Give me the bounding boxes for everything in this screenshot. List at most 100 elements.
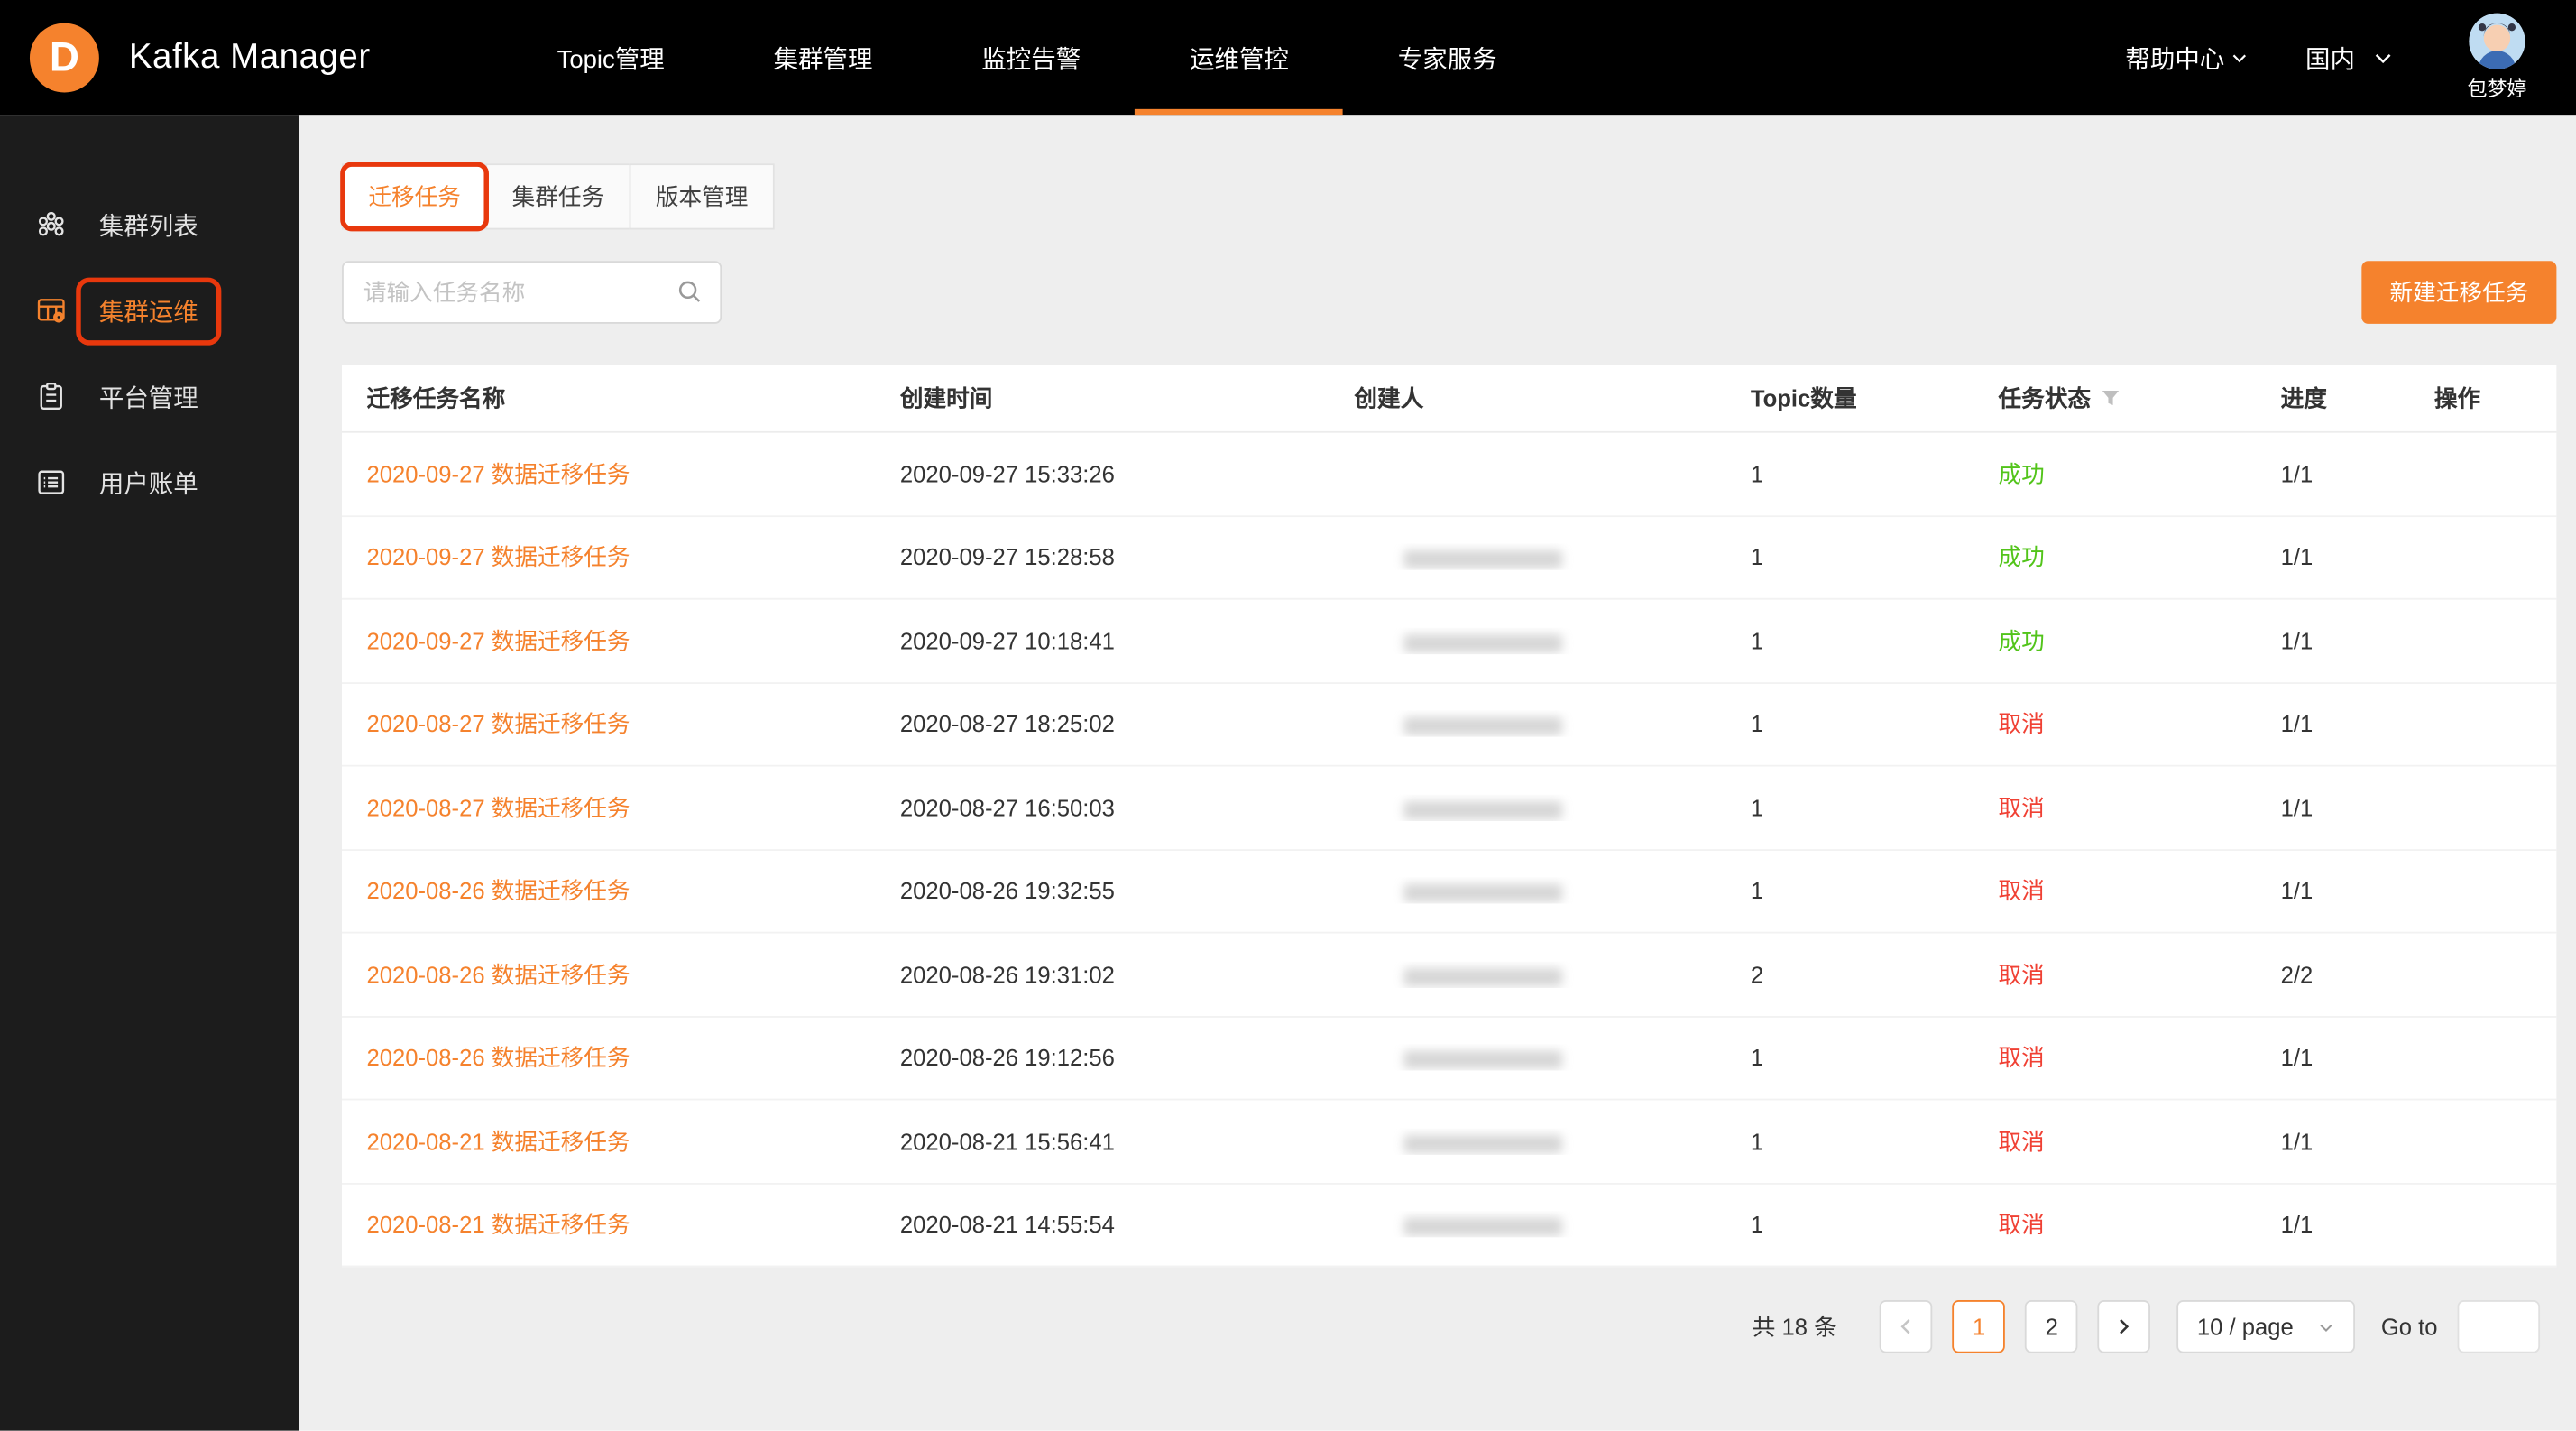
task-name-link[interactable]: 2020-08-27 数据迁移任务	[366, 711, 630, 737]
created-time: 2020-08-21 14:55:54	[900, 1212, 1355, 1238]
progress: 1/1	[2281, 711, 2434, 737]
toolbar: 新建迁移任务	[342, 261, 2556, 324]
sidebar-item-label: 集群运维	[99, 293, 198, 328]
nav-item-topic[interactable]: Topic管理	[502, 0, 719, 115]
user-menu[interactable]: 包梦婷	[2467, 14, 2526, 103]
creator-cell	[1354, 1128, 1750, 1154]
tab-version-management[interactable]: 版本管理	[630, 163, 775, 229]
prev-page-button[interactable]	[1880, 1300, 1933, 1353]
task-name-link[interactable]: 2020-08-21 数据迁移任务	[366, 1128, 630, 1154]
create-migration-task-button[interactable]: 新建迁移任务	[2361, 261, 2556, 324]
created-time: 2020-09-27 10:18:41	[900, 627, 1355, 653]
created-time: 2020-08-27 16:50:03	[900, 794, 1355, 820]
table-row: 2020-09-27 数据迁移任务 2020-09-27 15:28:58 1 …	[342, 516, 2556, 599]
app-header: D Kafka Manager Topic管理 集群管理 监控告警 运维管控 专…	[0, 0, 2576, 115]
creator-cell	[1354, 1212, 1750, 1238]
pagination-total: 共 18 条	[1753, 1310, 1837, 1343]
sidebar-item-label: 平台管理	[99, 379, 198, 413]
progress: 1/1	[2281, 627, 2434, 653]
topic-count: 1	[1751, 794, 1999, 820]
creator-cell	[1354, 627, 1750, 653]
nav-item-expert[interactable]: 专家服务	[1343, 0, 1551, 115]
created-time: 2020-08-21 15:56:41	[900, 1128, 1355, 1154]
created-time: 2020-08-26 19:12:56	[900, 1045, 1355, 1071]
help-center-menu[interactable]: 帮助中心	[2125, 41, 2249, 75]
task-name-link[interactable]: 2020-09-27 数据迁移任务	[366, 627, 630, 653]
platform-icon	[36, 382, 66, 411]
creator-cell	[1354, 794, 1750, 820]
topic-count: 1	[1751, 544, 1999, 570]
table-row: 2020-08-27 数据迁移任务 2020-08-27 18:25:02 1 …	[342, 683, 2556, 766]
progress: 1/1	[2281, 794, 2434, 820]
sidebar-item-cluster-list[interactable]: 集群列表	[0, 181, 299, 267]
nav-item-ops[interactable]: 运维管控	[1136, 0, 1344, 115]
progress: 1/1	[2281, 1128, 2434, 1154]
col-creator: 创建人	[1354, 382, 1750, 415]
task-name-link[interactable]: 2020-08-21 数据迁移任务	[366, 1212, 630, 1238]
table-row: 2020-08-21 数据迁移任务 2020-08-21 14:55:54 1 …	[342, 1184, 2556, 1267]
region-menu[interactable]: 国内	[2305, 41, 2395, 75]
app-logo[interactable]: D	[30, 23, 99, 93]
task-status: 成功	[1999, 627, 2045, 653]
topic-count: 1	[1751, 1128, 1999, 1154]
sidebar-item-platform[interactable]: 平台管理	[0, 354, 299, 439]
created-time: 2020-08-27 18:25:02	[900, 711, 1355, 737]
nav-item-cluster[interactable]: 集群管理	[719, 0, 927, 115]
topic-count: 1	[1751, 460, 1999, 486]
task-name-link[interactable]: 2020-08-26 数据迁移任务	[366, 961, 630, 987]
table-row: 2020-09-27 数据迁移任务 2020-09-27 15:33:26 1 …	[342, 433, 2556, 516]
page-2-button[interactable]: 2	[2025, 1300, 2078, 1353]
task-name-link[interactable]: 2020-08-26 数据迁移任务	[366, 1045, 630, 1071]
topic-count: 1	[1751, 878, 1999, 904]
progress: 2/2	[2281, 961, 2434, 987]
created-time: 2020-09-27 15:33:26	[900, 460, 1355, 486]
search-input[interactable]	[342, 261, 722, 324]
cluster-list-icon	[36, 210, 66, 240]
app-window: D Kafka Manager Topic管理 集群管理 监控告警 运维管控 专…	[0, 0, 2576, 1431]
topic-count: 1	[1751, 1045, 1999, 1071]
next-page-button[interactable]	[2098, 1300, 2151, 1353]
task-name-link[interactable]: 2020-09-27 数据迁移任务	[366, 460, 630, 486]
col-topic-count: Topic数量	[1751, 382, 1999, 415]
task-status: 取消	[1999, 1212, 2045, 1238]
topic-count: 1	[1751, 627, 1999, 653]
progress: 1/1	[2281, 544, 2434, 570]
creator-cell	[1354, 544, 1750, 570]
table-row: 2020-08-27 数据迁移任务 2020-08-27 16:50:03 1 …	[342, 767, 2556, 850]
top-nav: Topic管理 集群管理 监控告警 运维管控 专家服务	[502, 0, 1551, 115]
task-status: 成功	[1999, 460, 2045, 486]
main-content: 迁移任务 集群任务 版本管理 新建迁移任务 迁移任务名称 创建时间 创建人 To…	[299, 115, 2576, 1430]
table-row: 2020-09-27 数据迁移任务 2020-09-27 10:18:41 1 …	[342, 600, 2556, 683]
filter-icon[interactable]	[2101, 388, 2121, 408]
tab-cluster-tasks[interactable]: 集群任务	[485, 163, 630, 229]
col-created-time: 创建时间	[900, 382, 1355, 415]
task-status: 成功	[1999, 544, 2045, 570]
search-box	[342, 261, 722, 324]
task-name-link[interactable]: 2020-09-27 数据迁移任务	[366, 544, 630, 570]
table-row: 2020-08-21 数据迁移任务 2020-08-21 15:56:41 1 …	[342, 1100, 2556, 1183]
header-right: 帮助中心 国内	[2125, 14, 2576, 103]
search-icon	[677, 279, 702, 303]
creator-cell	[1354, 711, 1750, 737]
page-1-button[interactable]: 1	[1953, 1300, 2006, 1353]
avatar	[2469, 14, 2525, 69]
tab-migration-tasks[interactable]: 迁移任务	[342, 163, 487, 229]
col-actions: 操作	[2434, 382, 2556, 415]
goto-page-input[interactable]	[2458, 1300, 2541, 1353]
col-progress: 进度	[2281, 382, 2434, 415]
sidebar-item-label: 用户账单	[99, 465, 198, 499]
task-name-link[interactable]: 2020-08-27 数据迁移任务	[366, 794, 630, 820]
col-task-name: 迁移任务名称	[366, 382, 899, 415]
task-status: 取消	[1999, 1045, 2045, 1071]
nav-item-monitor[interactable]: 监控告警	[927, 0, 1136, 115]
topic-count: 2	[1751, 961, 1999, 987]
task-name-link[interactable]: 2020-08-26 数据迁移任务	[366, 878, 630, 904]
sidebar-item-label: 集群列表	[99, 208, 198, 242]
sidebar-item-billing[interactable]: 用户账单	[0, 439, 299, 525]
page-size-select[interactable]: 10 / page	[2177, 1300, 2355, 1353]
task-status: 取消	[1999, 711, 2045, 737]
migration-task-table: 迁移任务名称 创建时间 创建人 Topic数量 任务状态 进度 操作 2020-…	[342, 365, 2556, 1268]
progress: 1/1	[2281, 1045, 2434, 1071]
sidebar: 集群列表 集群运维 平台管理	[0, 115, 299, 1430]
sidebar-item-cluster-ops[interactable]: 集群运维	[0, 268, 299, 354]
